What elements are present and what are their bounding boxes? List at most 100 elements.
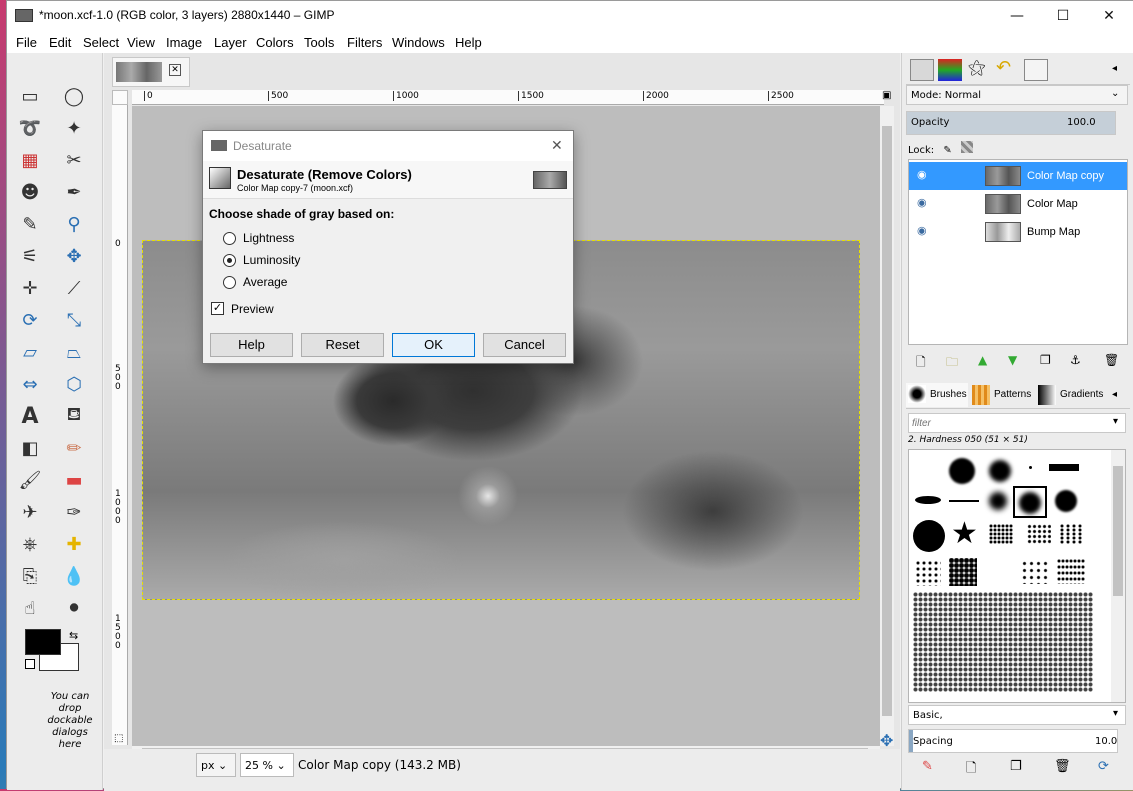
duplicate-layer-icon[interactable]: ❐	[1040, 353, 1051, 367]
brushes-dock-menu-icon[interactable]: ◂	[1112, 389, 1117, 400]
cage-icon[interactable]: ⬡	[61, 371, 87, 397]
luminosity-radio[interactable]	[223, 254, 236, 267]
brush-texture-row[interactable]	[913, 592, 1093, 692]
brush-ellipse[interactable]	[915, 496, 941, 504]
unit-select[interactable]: px ⌄	[196, 753, 236, 777]
quick-mask-icon[interactable]: ⬚	[114, 733, 123, 744]
ellipse-select-icon[interactable]: ◯	[61, 83, 87, 109]
preview-checkbox[interactable]: ✓	[211, 302, 224, 315]
menu-view[interactable]: View	[127, 35, 155, 50]
close-button[interactable]: ✕	[1086, 1, 1132, 31]
undo-history-tab-icon[interactable]: ↶	[996, 57, 1011, 78]
brush-grid-scroll-thumb[interactable]	[1113, 466, 1123, 596]
menu-tools[interactable]: Tools	[304, 35, 334, 50]
layer-row-bump-map[interactable]: ◉ Bump Map	[909, 218, 1127, 246]
edit-brush-icon[interactable]: ✎	[922, 759, 933, 774]
dodge-burn-icon[interactable]: ⚫	[61, 595, 87, 621]
raise-layer-icon[interactable]: ▲	[978, 353, 987, 367]
menu-filters[interactable]: Filters	[347, 35, 382, 50]
layer-row-color-map-copy[interactable]: ◉ Color Map copy	[909, 162, 1127, 190]
brush-splatter-4[interactable]	[1057, 558, 1085, 584]
align-icon[interactable]: ✛	[17, 275, 43, 301]
swap-colors-icon[interactable]: ⇆	[69, 629, 78, 642]
new-brush-icon[interactable]: 🗋	[966, 759, 976, 781]
measure-icon[interactable]: ⚟	[17, 243, 43, 269]
blur-icon[interactable]: 💧	[61, 563, 87, 589]
opacity-slider[interactable]: Opacity 100.0	[906, 111, 1116, 135]
paintbrush-icon[interactable]: 🖌	[17, 467, 43, 493]
filter-dropdown-icon[interactable]: ▾	[1113, 416, 1118, 427]
brush-block[interactable]	[1049, 464, 1079, 471]
cancel-button[interactable]: Cancel	[483, 333, 566, 357]
default-colors-icon[interactable]	[25, 659, 35, 669]
zoom-select[interactable]: 25 % ⌄	[240, 753, 294, 777]
brush-pixel[interactable]	[1029, 466, 1032, 469]
navigate-canvas-icon[interactable]: ✥	[880, 731, 893, 750]
tool-options-tab-icon[interactable]	[1024, 59, 1048, 81]
anchor-layer-icon[interactable]: ⚓	[1070, 353, 1081, 367]
transform-icon[interactable]: ⟋	[61, 275, 87, 301]
scale-icon[interactable]: ⤡	[61, 307, 87, 333]
bucket-fill-icon[interactable]: ⛾	[61, 403, 87, 429]
menu-file[interactable]: File	[16, 35, 37, 50]
minimize-button[interactable]: —	[994, 1, 1040, 31]
menu-select[interactable]: Select	[83, 35, 119, 50]
dialog-close-button[interactable]: ✕	[551, 137, 563, 154]
help-button[interactable]: Help	[210, 333, 293, 357]
gradients-tab[interactable]: Gradients	[1036, 383, 1106, 407]
text-icon[interactable]: A	[17, 403, 43, 429]
fuzzy-select-icon[interactable]: ✦	[61, 115, 87, 141]
brush-grid[interactable]: ★	[908, 449, 1126, 703]
brush-star[interactable]: ★	[951, 516, 978, 551]
lower-layer-icon[interactable]: ▼	[1008, 353, 1017, 367]
brush-hardness-050-b[interactable]	[1055, 490, 1077, 512]
shear-icon[interactable]: ▱	[17, 339, 43, 365]
free-select-icon[interactable]: ➰	[17, 115, 43, 141]
tab-close-icon[interactable]: ✕	[169, 64, 181, 76]
image-tab[interactable]: ✕	[112, 57, 190, 87]
perspective-icon[interactable]: ⏢	[61, 339, 87, 365]
vertical-scrollbar[interactable]	[880, 106, 894, 746]
brush-hardness-050-selected[interactable]	[1013, 486, 1047, 518]
navigate-icon[interactable]: ▣	[882, 90, 891, 101]
brush-line[interactable]	[949, 500, 979, 502]
move-icon[interactable]: ✥	[61, 243, 87, 269]
clone-icon[interactable]: ⎈	[17, 531, 43, 557]
brush-splatter-1[interactable]	[915, 560, 941, 586]
zoom-icon[interactable]: ⚲	[61, 211, 87, 237]
vertical-scroll-thumb[interactable]	[882, 126, 892, 716]
delete-brush-icon[interactable]: 🗑	[1054, 759, 1071, 774]
lightness-radio[interactable]	[223, 232, 236, 245]
brush-textured-1[interactable]	[989, 524, 1013, 544]
brush-preset-select[interactable]: Basic, ▾	[908, 705, 1126, 725]
smudge-icon[interactable]: ☝	[17, 595, 43, 621]
patterns-tab[interactable]: Patterns	[970, 383, 1034, 407]
ink-icon[interactable]: ✑	[61, 499, 87, 525]
eraser-icon[interactable]: ▬	[61, 467, 87, 493]
brush-circle-large[interactable]	[913, 520, 945, 552]
new-layer-group-icon[interactable]: 🗀	[946, 353, 958, 374]
brush-splatter-3[interactable]	[1021, 560, 1049, 584]
ok-button[interactable]: OK	[392, 333, 475, 357]
rotate-icon[interactable]: ⟳	[17, 307, 43, 333]
spacing-slider[interactable]: Spacing 10.0	[908, 729, 1118, 753]
refresh-brushes-icon[interactable]: ⟳	[1098, 759, 1109, 774]
brush-hardness-075[interactable]	[989, 460, 1011, 482]
layer-visibility-eye-icon[interactable]: ◉	[917, 168, 927, 181]
reset-button[interactable]: Reset	[301, 333, 384, 357]
brush-filter-field[interactable]: ▾	[908, 413, 1126, 433]
color-select-icon[interactable]: ▦	[17, 147, 43, 173]
menu-edit[interactable]: Edit	[49, 35, 71, 50]
lock-pixels-icon[interactable]: ✎	[943, 145, 951, 156]
new-layer-icon[interactable]: 🗋	[916, 353, 926, 374]
pencil-icon[interactable]: ✏	[61, 435, 87, 461]
rect-select-icon[interactable]: ▭	[17, 83, 43, 109]
channels-tab-icon[interactable]	[938, 59, 962, 81]
menu-layer[interactable]: Layer	[214, 35, 247, 50]
layer-visibility-eye-icon[interactable]: ◉	[917, 196, 927, 209]
menu-image[interactable]: Image	[166, 35, 202, 50]
dock-menu-icon[interactable]: ◂	[1112, 63, 1117, 74]
lock-alpha-icon[interactable]	[960, 141, 973, 153]
brushes-tab[interactable]: Brushes	[906, 383, 968, 407]
average-radio[interactable]	[223, 276, 236, 289]
